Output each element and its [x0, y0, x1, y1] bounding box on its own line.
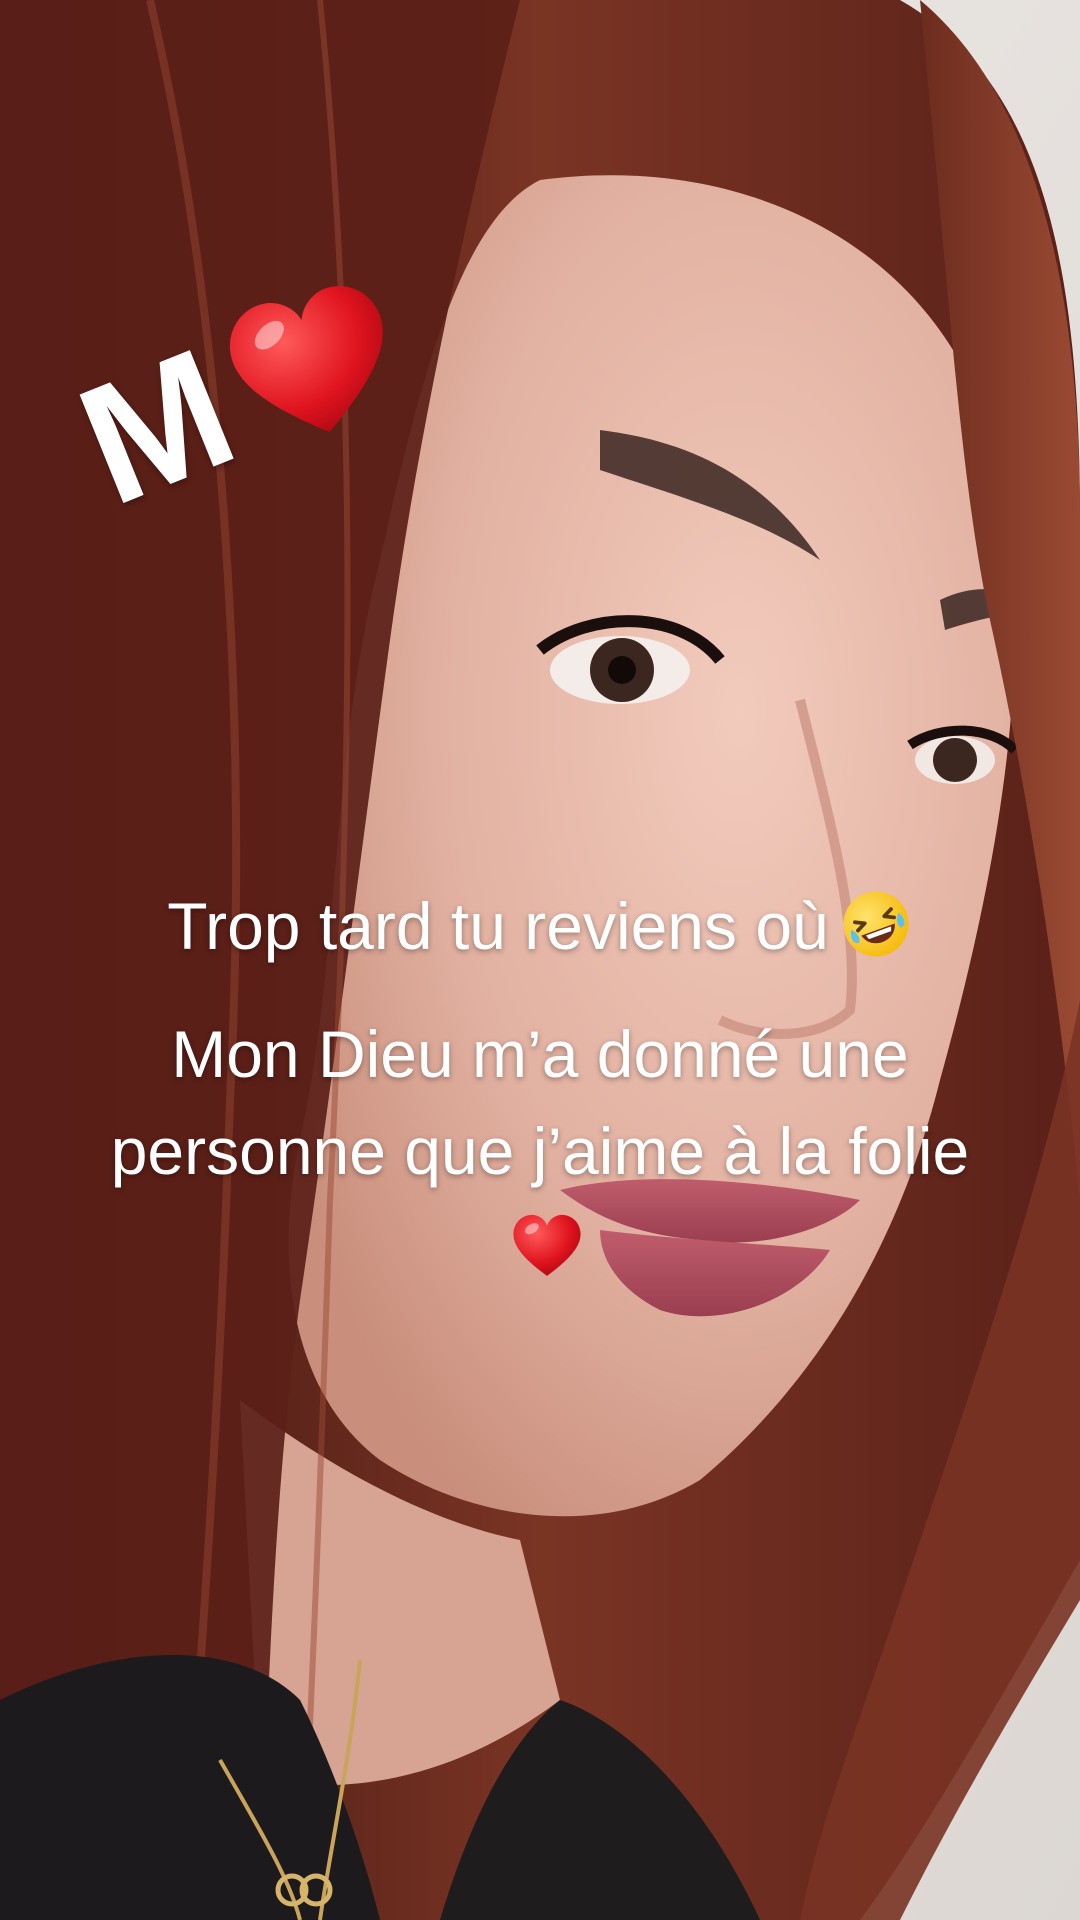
rolling-laughing-face-icon	[843, 891, 909, 957]
caption-line-2: Mon Dieu m’a donné une personne que j’ai…	[40, 1006, 1040, 1297]
text-sticker[interactable]: M	[56, 250, 410, 542]
caption-line-1: Trop tard tu reviens où	[40, 878, 1040, 975]
video-frame: M Trop tard tu reviens où Mon Dieu m’a d…	[0, 0, 1080, 1920]
red-heart-icon	[513, 1214, 581, 1276]
caption-line-1-text: Trop tard tu reviens où	[167, 889, 829, 963]
caption-line-2-text: Mon Dieu m’a donné une personne que j’ai…	[110, 1017, 970, 1188]
